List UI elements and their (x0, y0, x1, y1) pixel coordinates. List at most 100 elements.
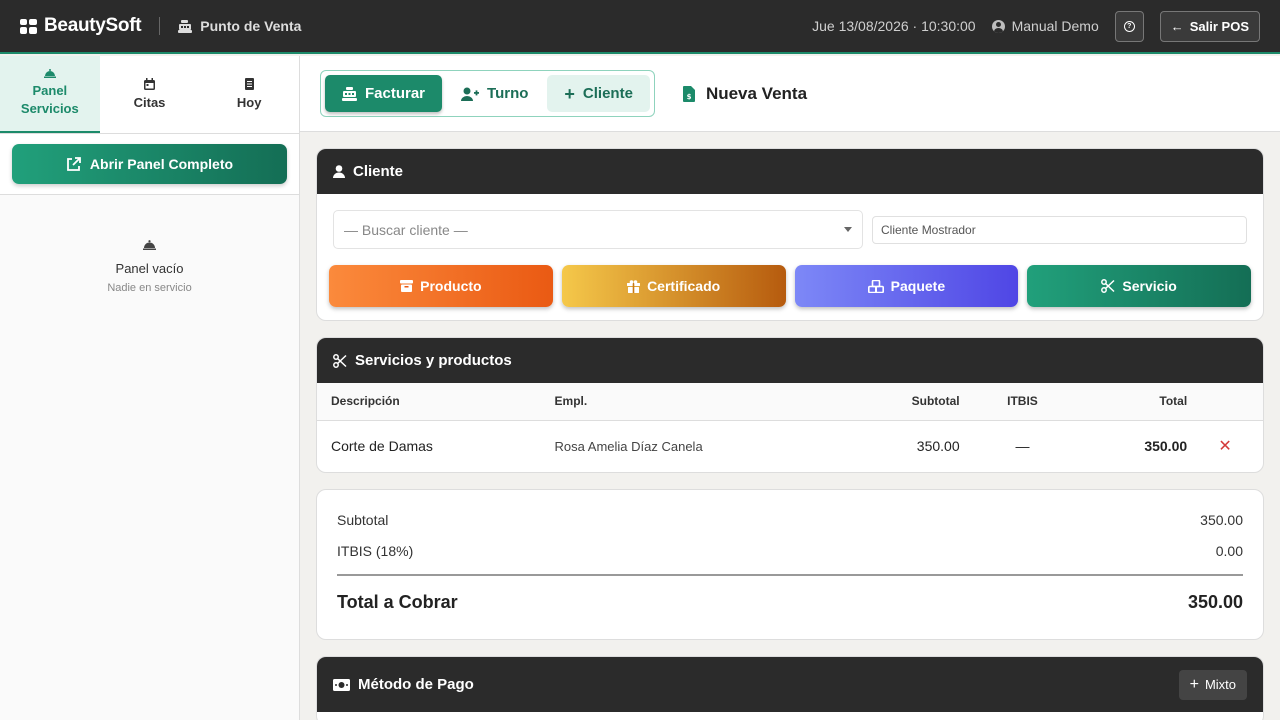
payment-card-title: Método de Pago (358, 676, 474, 693)
items-card-title: Servicios y productos (355, 352, 512, 369)
column-header-total: Total (1085, 383, 1188, 421)
items-card-header: Servicios y productos (317, 338, 1263, 383)
brand-divider (159, 17, 161, 35)
facturar-label: Facturar (365, 85, 426, 102)
list-icon (244, 77, 254, 90)
totals-card: Subtotal 350.00 ITBIS (18%) 0.00 Total a… (316, 489, 1264, 640)
empty-panel: Panel vacío Nadie en servicio (0, 237, 299, 294)
client-card-header: Cliente (317, 149, 1263, 194)
user-info: Manual Demo (991, 18, 1099, 34)
client-search-placeholder: — Buscar cliente — (344, 221, 468, 238)
package-button[interactable]: Paquete (794, 265, 1019, 307)
tab-label: Hoy (236, 94, 262, 110)
subtotal-row: Subtotal 350.00 (337, 504, 1243, 535)
top-bar: BeautySoft Punto de Venta Jue 13/08/2026… (0, 0, 1280, 54)
table-row: Corte de Damas Rosa Amelia Díaz Canela 3… (317, 420, 1263, 472)
exit-pos-label: Salir POS (1189, 18, 1249, 34)
empty-title: Panel vacío (115, 261, 184, 276)
items-table: Descripción Empl. Subtotal ITBIS Total C… (317, 383, 1263, 472)
turno-button[interactable]: Turno (444, 75, 545, 112)
grand-total-row: Total a Cobrar 350.00 (337, 582, 1243, 622)
column-header-subtotal: Subtotal (833, 383, 960, 421)
module-name: Punto de Venta (200, 18, 302, 34)
tab-label: Citas (133, 94, 166, 110)
product-button[interactable]: Producto (329, 265, 553, 307)
item-itbis: — (1015, 438, 1030, 455)
action-segmented-control: Facturar Turno + Cliente (320, 70, 655, 117)
help-button[interactable]: ? (1114, 10, 1144, 42)
money-bill-icon (333, 678, 350, 691)
service-button[interactable]: Servicio (1027, 265, 1251, 307)
chevron-down-icon (844, 227, 852, 232)
plus-icon: + (1189, 675, 1199, 693)
product-label: Producto (420, 278, 482, 294)
module-label: Punto de Venta (178, 18, 301, 34)
user-circle-icon (991, 19, 1005, 33)
sidebar: Panel Servicios Citas Hoy Abrir Panel Co… (0, 56, 300, 720)
mixed-payment-label: Mixto (1204, 677, 1236, 692)
mixed-payment-button[interactable]: + Mixto (1178, 669, 1247, 700)
cubes-icon (867, 279, 884, 293)
package-label: Paquete (890, 278, 946, 294)
grid-logo-icon (20, 18, 37, 34)
item-description: Corte de Damas (331, 438, 433, 455)
user-plus-icon (461, 87, 480, 101)
itbis-value: 0.00 (1215, 542, 1243, 559)
tab-hoy[interactable]: Hoy (199, 56, 299, 133)
datetime: Jue 13/08/2026 · 10:30:00 (812, 18, 976, 34)
grand-total-label: Total a Cobrar (337, 591, 458, 612)
subtotal-value: 350.00 (1200, 511, 1243, 528)
arrow-left-icon: ← (1170, 18, 1184, 34)
item-employee: Rosa Amelia Díaz Canela (554, 438, 703, 454)
question-circle-icon: ? (1123, 20, 1135, 32)
tab-citas[interactable]: Citas (100, 56, 200, 133)
column-header-itbis: ITBIS (959, 383, 1086, 421)
concierge-bell-icon (143, 240, 156, 250)
scissors-icon (1101, 279, 1115, 293)
certificate-label: Certificado (647, 278, 721, 294)
exit-pos-button[interactable]: ← Salir POS (1159, 10, 1260, 42)
external-link-icon (67, 156, 81, 171)
facturar-button[interactable]: Facturar (325, 75, 443, 112)
table-header-row: Descripción Empl. Subtotal ITBIS Total (317, 383, 1263, 421)
cash-register-icon (342, 86, 357, 101)
open-full-panel-button[interactable]: Abrir Panel Completo (12, 144, 287, 184)
concierge-bell-icon (43, 69, 56, 78)
payment-card: Método de Pago + Mixto (316, 656, 1264, 720)
sidebar-tabs: Panel Servicios Citas Hoy (0, 56, 299, 134)
client-search-select[interactable]: — Buscar cliente — (333, 210, 863, 249)
open-full-panel-label: Abrir Panel Completo (89, 156, 234, 172)
user-name: Manual Demo (1011, 18, 1099, 34)
subtotal-label: Subtotal (337, 511, 389, 528)
new-client-label: Cliente (582, 85, 633, 102)
totals-divider (337, 574, 1243, 576)
cash-register-icon (178, 19, 193, 33)
certificate-button[interactable]: Certificado (561, 265, 786, 307)
plus-icon: + (564, 83, 575, 104)
tab-label: Panel Servicios (20, 83, 79, 116)
service-label: Servicio (1122, 278, 1177, 294)
scissors-icon (333, 353, 347, 368)
column-header-actions (1187, 383, 1263, 421)
itbis-row: ITBIS (18%) 0.00 (337, 535, 1243, 566)
calendar-icon (144, 77, 155, 90)
page-title-text: Nueva Venta (705, 83, 808, 103)
remove-item-button[interactable]: ✕ (1187, 420, 1263, 472)
grand-total-value: 350.00 (1187, 591, 1243, 612)
box-icon (400, 280, 414, 292)
empty-subtitle: Nadie en servicio (107, 282, 192, 294)
close-icon: ✕ (1218, 438, 1232, 456)
client-card-title: Cliente (353, 163, 404, 180)
item-total: 350.00 (1144, 438, 1188, 455)
svg-text:$: $ (687, 93, 692, 101)
client-name-input[interactable] (872, 216, 1247, 244)
column-header-description: Descripción (317, 383, 555, 421)
column-header-employee: Empl. (554, 383, 834, 421)
gift-icon (627, 279, 641, 293)
items-card: Servicios y productos Descripción Empl. … (316, 337, 1264, 473)
tab-panel-servicios[interactable]: Panel Servicios (0, 56, 100, 133)
itbis-label: ITBIS (18%) (337, 542, 414, 559)
main-header: Facturar Turno + Cliente $ Nueva Venta (300, 56, 1280, 132)
turno-label: Turno (487, 85, 529, 102)
new-client-button[interactable]: + Cliente (547, 75, 650, 112)
